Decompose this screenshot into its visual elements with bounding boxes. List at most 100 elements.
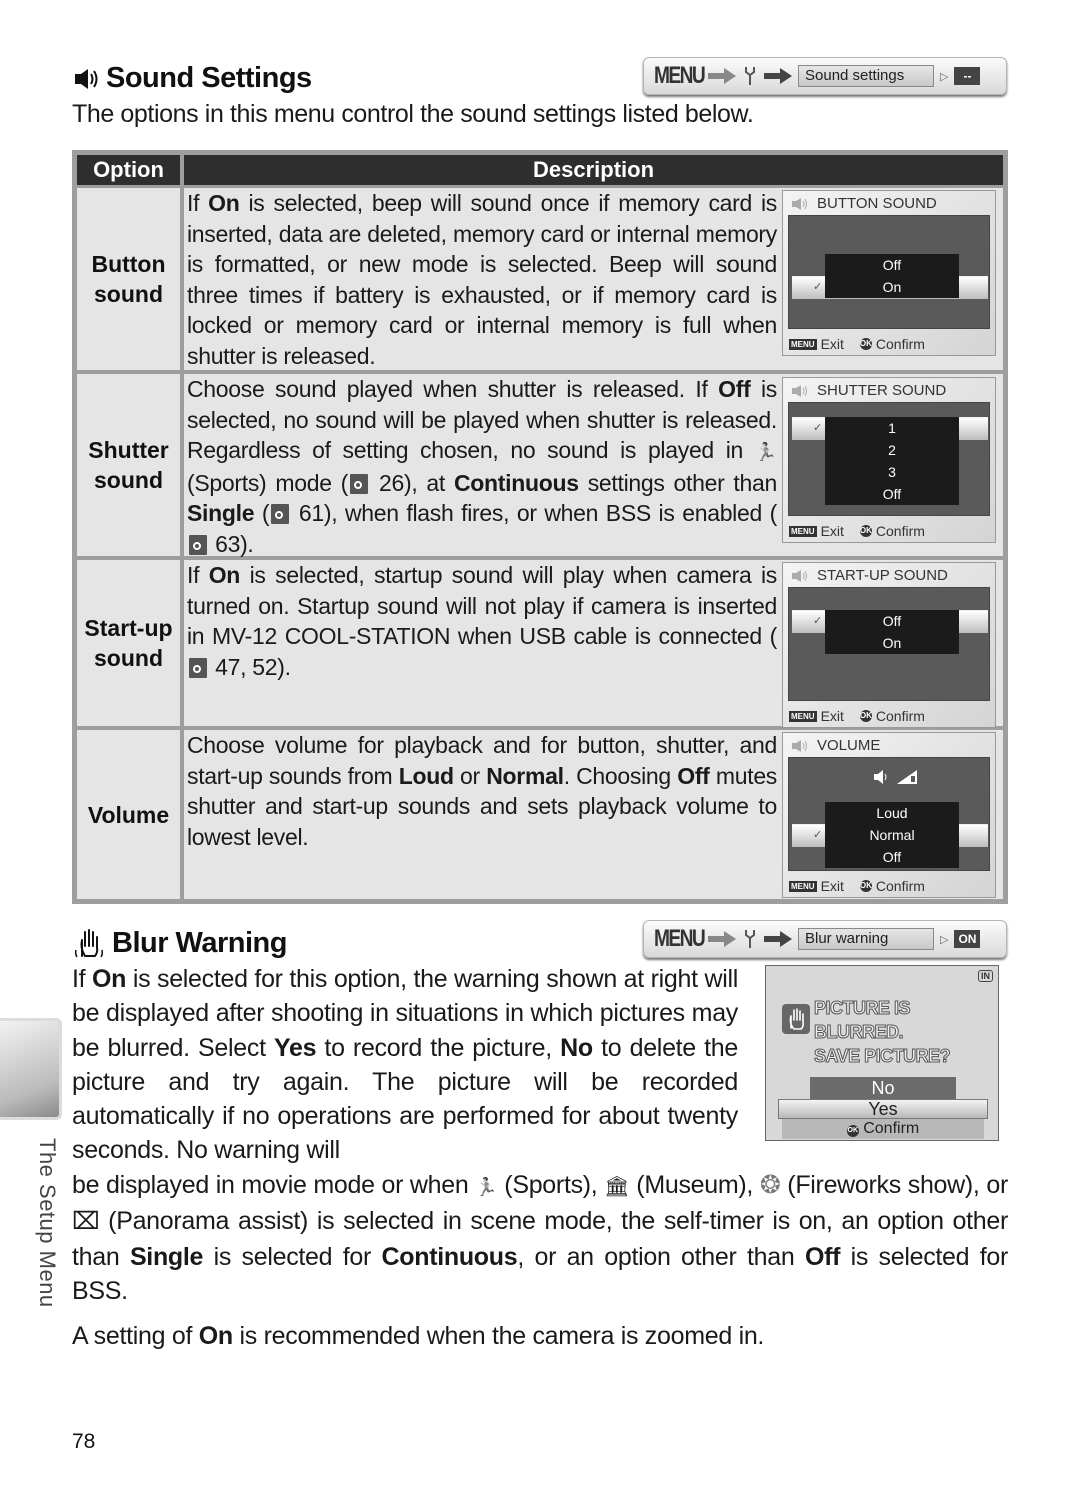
wrench-icon	[745, 930, 755, 948]
page-reference-icon	[350, 473, 369, 494]
exit-label: Exit	[820, 708, 844, 724]
screen-footer: MENU Exit OK Confirm	[789, 708, 925, 724]
emphasis: Single	[129, 1242, 204, 1271]
fireworks-mode-icon: ❂	[759, 1171, 781, 1199]
menu-option: 3	[825, 461, 959, 483]
emphasis: Continuous	[453, 469, 579, 496]
sports-mode-icon: 🏃	[475, 1177, 498, 1197]
checkmark-icon: ✓	[813, 422, 823, 434]
intro-text: The options in this menu control the sou…	[72, 100, 754, 128]
options-panel: ✓ 1 2 3 Off	[788, 402, 990, 516]
option-cell: Shutter sound	[77, 374, 180, 556]
section-heading: Sound Settings	[106, 62, 312, 94]
warning-line-2: SAVE PICTURE?	[814, 1046, 952, 1067]
screen-title-label: START-UP SOUND	[817, 567, 948, 584]
screen-footer: MENU Exit OK Confirm	[789, 523, 925, 539]
menu-option: Off	[825, 610, 959, 632]
header-option: Option	[77, 155, 180, 185]
table-row: Start-up sound If On is selected, startu…	[77, 560, 1003, 728]
description-text: If On is selected, startup sound will pl…	[187, 562, 777, 680]
screen-title-label: BUTTON SOUND	[817, 195, 937, 212]
speaker-icon	[792, 197, 807, 210]
emphasis: On	[208, 562, 241, 588]
emphasis: On	[208, 190, 240, 216]
option-no: No	[810, 1077, 956, 1099]
ok-button-icon: OK	[859, 880, 872, 892]
sound-settings-title: Sound Settings	[72, 62, 312, 95]
screen-title: BUTTON SOUND	[791, 195, 937, 212]
menu-item-value: ON	[954, 930, 981, 948]
speaker-icon	[792, 569, 807, 582]
emphasis: On	[92, 965, 127, 993]
exit-label: Exit	[820, 878, 844, 894]
arrow-icon	[708, 931, 736, 947]
recommendation-text: A setting of On is recommended when the …	[72, 1322, 765, 1350]
options-panel: ✓ Off On	[788, 587, 990, 701]
ok-button-icon: OK	[846, 1125, 859, 1137]
option-yes: Yes	[778, 1099, 988, 1119]
hand-icon	[782, 1004, 810, 1034]
ok-button-icon: OK	[859, 338, 872, 350]
page-reference-icon	[189, 534, 207, 555]
page-reference-icon	[189, 657, 207, 678]
blur-warning-menu-path: MENU Blur warning ▷ ON	[643, 920, 1007, 958]
hand-icon	[74, 929, 104, 958]
emphasis: Normal	[486, 762, 564, 789]
wrench-icon	[745, 67, 755, 85]
menu-option: Normal	[825, 824, 959, 846]
menu-button-icon: MENU	[789, 525, 817, 537]
options-panel: Loud ✓ Normal Off	[788, 757, 990, 871]
triangle-right-icon: ▷	[940, 933, 949, 946]
description-text: Choose volume for playback and for butto…	[187, 732, 778, 850]
option-cell: Button sound	[77, 188, 180, 370]
header-description: Description	[184, 155, 1003, 185]
camera-screen: START-UP SOUND ✓ Off On MENU Exit OK Confirm	[782, 562, 996, 728]
chapter-tab	[0, 1018, 62, 1120]
confirm-label: Confirm	[875, 523, 925, 539]
screen-title: VOLUME	[791, 737, 880, 754]
table-row: Button sound If On is selected, beep wil…	[77, 188, 1003, 370]
options-panel: Off ✓ On	[788, 215, 990, 329]
camera-screen: BUTTON SOUND Off ✓ On MENU Exit OK Confirm	[782, 190, 996, 356]
option-cell: Volume	[77, 730, 180, 899]
arrow-icon	[764, 68, 792, 84]
camera-screen: SHUTTER SOUND ✓ 1 2 3 Off MENU Exit OK Confirm	[782, 377, 996, 543]
ok-button-icon: OK	[859, 525, 872, 537]
arrow-icon	[764, 931, 792, 947]
description-cell: Choose sound played when shutter is rele…	[184, 374, 1003, 557]
blur-description: If On is selected for this option, the w…	[72, 965, 739, 1165]
blur-description-continued: be displayed in movie mode or when 🏃 (Sp…	[72, 1171, 1009, 1305]
checkmark-icon: ✓	[813, 829, 823, 841]
warning-line-1: PICTURE IS BLURRED.	[814, 998, 912, 1043]
sound-options-table: Option Description Button sound If On is…	[72, 150, 1008, 904]
checkmark-icon: ✓	[813, 281, 823, 293]
menu-option: On	[825, 632, 959, 654]
menu-option: Loud	[825, 802, 959, 824]
menu-option: 2	[825, 439, 959, 461]
menu-item-field: Sound settings	[798, 65, 934, 87]
menu-option: Off	[825, 846, 959, 868]
speaker-icon	[75, 68, 98, 89]
menu-label: MENU	[654, 62, 706, 89]
screen-title-label: VOLUME	[817, 737, 881, 754]
speaker-icon	[792, 739, 807, 752]
emphasis: Off	[804, 1242, 841, 1271]
chapter-label: The Setup Menu	[35, 1138, 60, 1308]
internal-memory-icon: IN	[978, 970, 993, 982]
emphasis: Off	[677, 762, 710, 789]
emphasis: On	[198, 1322, 233, 1350]
menu-item-field: Blur warning	[798, 928, 934, 950]
emphasis: Loud	[398, 762, 454, 789]
page-reference-icon	[271, 504, 290, 524]
description-text: Choose sound played when shutter is rele…	[187, 376, 777, 557]
volume-icon	[873, 768, 919, 791]
emphasis: Continuous	[381, 1242, 518, 1271]
screen-footer: MENU Exit OK Confirm	[789, 878, 925, 894]
menu-option: Off	[825, 483, 959, 505]
exit-label: Exit	[820, 523, 844, 539]
table-row: Volume Choose volume for playback and fo…	[77, 730, 1003, 899]
museum-mode-icon: 🏛	[604, 1176, 630, 1198]
confirm-label: Confirm	[875, 336, 925, 352]
menu-item-value: --	[954, 67, 981, 85]
sports-mode-icon: 🏃	[754, 442, 777, 462]
